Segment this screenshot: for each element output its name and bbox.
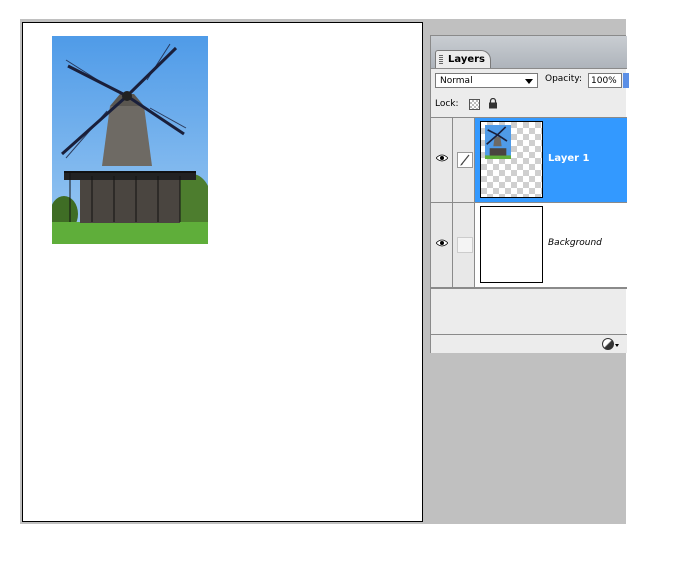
- eye-icon[interactable]: [436, 154, 448, 162]
- opacity-slider-button[interactable]: [623, 73, 629, 88]
- eye-icon[interactable]: [436, 239, 448, 247]
- blend-opacity-row: Normal Opacity: 100%: [435, 73, 629, 89]
- paintbrush-icon[interactable]: [457, 152, 473, 168]
- background-thumbnail: [480, 206, 543, 283]
- layer-style-icon[interactable]: [602, 338, 614, 350]
- opacity-value: 100%: [591, 76, 617, 86]
- layer-1-thumbnail: [480, 121, 543, 198]
- link-toggle[interactable]: [457, 237, 473, 253]
- opacity-input[interactable]: 100%: [588, 73, 622, 88]
- blend-mode-value: Normal: [440, 76, 473, 86]
- layer-name[interactable]: Layer 1: [548, 153, 589, 164]
- link-column: [453, 118, 475, 202]
- visibility-column: [431, 118, 453, 202]
- visibility-column: [431, 203, 453, 287]
- layers-palette: Layers Normal Opacity: 100% Lock: Layer …: [430, 35, 629, 353]
- layers-list: Layer 1 Background: [431, 117, 627, 289]
- layer-row-background[interactable]: Background: [431, 203, 627, 288]
- windmill-photo[interactable]: [52, 36, 208, 244]
- lock-all-icon[interactable]: [488, 98, 498, 109]
- windmill-image: [52, 36, 208, 244]
- lock-label: Lock:: [435, 99, 459, 109]
- lock-row: Lock:: [435, 97, 625, 113]
- link-column: [453, 203, 475, 287]
- blend-mode-select[interactable]: Normal: [435, 73, 538, 88]
- caret-down-icon: [615, 344, 619, 347]
- palette-footer: [431, 334, 627, 353]
- grip-icon: [439, 55, 443, 65]
- windmill-thumbnail-image: [485, 125, 511, 159]
- opacity-label: Opacity:: [545, 74, 582, 84]
- lock-transparency-icon[interactable]: [469, 99, 480, 110]
- windmill-thumbnail: [485, 125, 511, 159]
- layer-row-layer-1[interactable]: Layer 1: [431, 118, 627, 203]
- palette-tab-bar: Layers: [431, 36, 627, 69]
- tab-layers-label: Layers: [448, 54, 485, 65]
- layer-name[interactable]: Background: [548, 238, 602, 248]
- tab-layers[interactable]: Layers: [435, 50, 491, 68]
- chevron-down-icon: [525, 79, 533, 84]
